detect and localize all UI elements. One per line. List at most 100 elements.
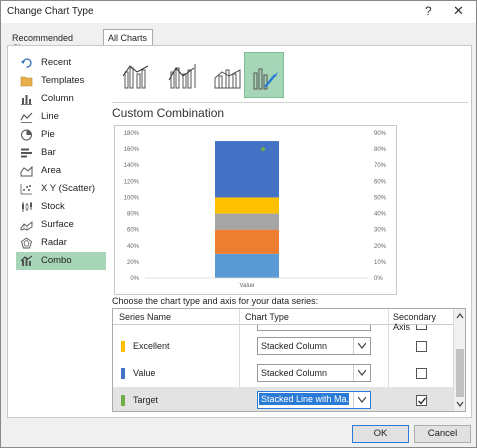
partial-secondary-axis-checkbox[interactable] xyxy=(416,325,427,330)
templates-icon xyxy=(20,75,33,87)
sidebar-item-scatter[interactable]: X Y (Scatter) xyxy=(16,180,106,198)
series-row-value: Value Stacked Column xyxy=(113,360,453,387)
chart-type-select[interactable]: Stacked Line with Ma... xyxy=(257,391,371,409)
line-chart-icon xyxy=(20,111,33,123)
chart-type-value: Stacked Column xyxy=(261,368,328,378)
clustered-column-line-secondary-axis-icon xyxy=(168,64,196,89)
y-axis-tick-label: 20% xyxy=(127,260,140,266)
header-chart-type: Chart Type xyxy=(245,312,289,322)
sidebar-item-label: Bar xyxy=(41,147,56,158)
chart-subtype-gallery xyxy=(112,52,468,100)
subtype-custom-combination[interactable] xyxy=(244,52,284,98)
secondary-y-axis-tick-label: 70% xyxy=(374,163,387,169)
bar-segment-good xyxy=(215,213,279,230)
tab-all-charts[interactable]: All Charts xyxy=(103,29,153,46)
scroll-up-icon[interactable] xyxy=(456,312,464,320)
ok-button[interactable]: OK xyxy=(352,425,409,443)
sidebar-item-surface[interactable]: Surface xyxy=(16,216,106,234)
series-grid: Series Name Chart Type Secondary Axis Ex… xyxy=(112,308,466,412)
chart-preview-svg: 180% 160% 140% 120% 100% 80% 60% 40% 20% 0% 90% 80%… xyxy=(124,131,387,289)
chart-type-select[interactable]: Stacked Column xyxy=(257,337,371,355)
bar-segment-fair xyxy=(215,229,279,254)
help-button[interactable]: ? xyxy=(425,4,432,18)
secondary-axis-checkbox[interactable] xyxy=(416,395,427,406)
sidebar-item-radar[interactable]: Radar xyxy=(16,234,106,252)
close-button[interactable]: ✕ xyxy=(453,3,464,19)
series-grid-scrollbar[interactable] xyxy=(453,309,465,411)
x-axis-category-label: Value xyxy=(240,283,256,289)
subtype-stacked-area-clustered-column[interactable] xyxy=(208,52,248,98)
series-color-swatch xyxy=(121,395,125,406)
heading-divider xyxy=(112,102,468,103)
series-color-swatch xyxy=(121,368,125,379)
sidebar-item-label: Recent xyxy=(41,57,72,68)
clustered-column-line-icon xyxy=(122,65,149,89)
area-chart-icon xyxy=(20,165,33,177)
secondary-axis-checkbox[interactable] xyxy=(416,341,427,352)
sidebar-item-combo[interactable]: Combo xyxy=(16,252,106,270)
scroll-down-icon[interactable] xyxy=(456,400,464,408)
sidebar-item-label: Stock xyxy=(41,201,65,212)
sidebar-item-label: Combo xyxy=(41,255,72,266)
title-bar: Change Chart Type ? ✕ xyxy=(1,1,476,23)
sidebar-item-templates[interactable]: Templates xyxy=(16,72,106,90)
sidebar-item-label: Column xyxy=(41,93,74,104)
y-axis-tick-label: 140% xyxy=(124,163,140,169)
y-axis-tick-label: 160% xyxy=(124,147,140,153)
checkmark-icon xyxy=(418,397,426,405)
sidebar-item-stock[interactable]: Stock xyxy=(16,198,106,216)
series-name: Value xyxy=(133,368,156,378)
sidebar-item-recent[interactable]: Recent xyxy=(16,54,106,72)
secondary-y-axis-tick-label: 0% xyxy=(374,276,383,282)
secondary-y-axis-tick-label: 40% xyxy=(374,212,387,218)
bar-segment-value xyxy=(215,141,279,198)
secondary-axis-checkbox[interactable] xyxy=(416,368,427,379)
series-color-swatch xyxy=(121,341,125,352)
chart-category-list: Recent Templates Column Line Pie Bar Are… xyxy=(16,54,106,270)
y-axis-tick-label: 180% xyxy=(124,131,140,137)
chevron-down-icon[interactable] xyxy=(353,365,370,381)
secondary-y-axis-tick-label: 10% xyxy=(374,260,387,266)
y-axis-tick-label: 60% xyxy=(127,228,140,234)
secondary-y-axis-tick-label: 30% xyxy=(374,228,387,234)
secondary-y-axis-tick-label: 50% xyxy=(374,195,387,201)
subtype-clustered-column-line-secondary-axis[interactable] xyxy=(162,52,202,98)
sidebar-item-label: Pie xyxy=(41,129,55,140)
sidebar-item-label: Templates xyxy=(41,75,85,86)
stacked-area-clustered-column-icon xyxy=(214,69,241,89)
tab-content: Recent Templates Column Line Pie Bar Are… xyxy=(7,45,472,418)
tab-recommended-charts[interactable]: Recommended Charts xyxy=(7,29,101,53)
pie-chart-icon xyxy=(20,129,33,141)
sidebar-item-area[interactable]: Area xyxy=(16,162,106,180)
chevron-down-icon[interactable] xyxy=(353,392,370,408)
subtype-clustered-column-line[interactable] xyxy=(116,52,156,98)
chevron-down-icon[interactable] xyxy=(353,338,370,354)
series-row-target: Target Stacked Line with Ma... xyxy=(113,387,453,411)
sidebar-item-pie[interactable]: Pie xyxy=(16,126,106,144)
secondary-y-axis-tick-label: 90% xyxy=(374,131,387,137)
surface-chart-icon xyxy=(20,219,33,231)
y-axis-tick-label: 40% xyxy=(127,244,140,250)
sidebar-item-column[interactable]: Column xyxy=(16,90,106,108)
secondary-y-axis-tick-label: 20% xyxy=(374,244,387,250)
sidebar-item-bar[interactable]: Bar xyxy=(16,144,106,162)
sidebar-item-line[interactable]: Line xyxy=(16,108,106,126)
cancel-button[interactable]: Cancel xyxy=(414,425,471,443)
series-row-excellent: Excellent Stacked Column xyxy=(113,333,453,360)
sidebar-item-label: Line xyxy=(41,111,59,122)
sidebar-item-label: Surface xyxy=(41,219,74,230)
recent-icon xyxy=(20,57,33,69)
partial-chart-type-select[interactable] xyxy=(257,325,371,331)
y-axis-tick-label: 120% xyxy=(124,179,140,185)
series-prompt: Choose the chart type and axis for your … xyxy=(112,296,319,306)
chart-type-select[interactable]: Stacked Column xyxy=(257,364,371,382)
chart-type-value: Stacked Column xyxy=(261,341,328,351)
bar-chart-icon xyxy=(20,147,33,159)
y-axis-tick-label: 80% xyxy=(127,212,140,218)
dialog-title: Change Chart Type xyxy=(7,6,94,17)
scrollbar-thumb[interactable] xyxy=(456,349,464,397)
combo-chart-icon xyxy=(20,255,33,267)
radar-chart-icon xyxy=(20,237,33,249)
stock-chart-icon xyxy=(20,201,33,213)
chart-preview: 180% 160% 140% 120% 100% 80% 60% 40% 20% 0% 90% 80%… xyxy=(114,125,397,295)
